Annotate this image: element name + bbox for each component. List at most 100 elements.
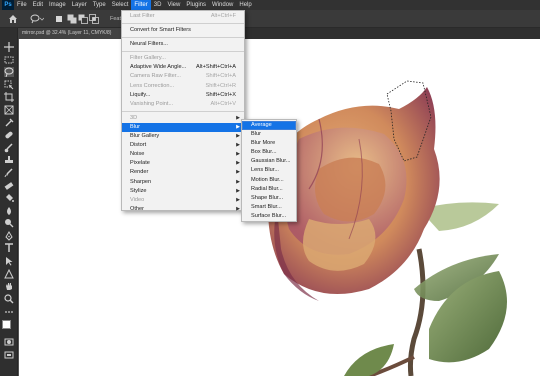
menu-item-vanishing-point[interactable]: Vanishing Point... Alt+Ctrl+V: [122, 100, 244, 109]
menu-image[interactable]: Image: [46, 0, 69, 10]
filter-menu: Last Filter Alt+Ctrl+F Convert for Smart …: [121, 10, 245, 214]
subtract-from-selection-icon[interactable]: [78, 14, 88, 24]
menu-item-lens-correction[interactable]: Lens Correction... Shift+Ctrl+R: [122, 82, 244, 91]
blur-item-average[interactable]: Average: [242, 121, 296, 131]
last-filter-label: Last Filter: [130, 13, 155, 19]
history-brush-icon[interactable]: [4, 168, 14, 178]
menu-item-other[interactable]: Other ▶: [122, 205, 244, 214]
crop-tool-icon[interactable]: [4, 92, 14, 102]
path-selection-icon[interactable]: [4, 256, 14, 266]
more-tools-icon[interactable]: [4, 307, 14, 317]
menu-item-3d[interactable]: 3D ▶: [122, 114, 244, 123]
blur-submenu: Average Blur Blur More Box Blur... Gauss…: [241, 119, 297, 222]
frame-tool-icon[interactable]: [4, 105, 14, 115]
menu-plugins[interactable]: Plugins: [183, 0, 209, 10]
menu-3d[interactable]: 3D: [151, 0, 165, 10]
pen-tool-icon[interactable]: [4, 231, 14, 241]
submenu-blur-label: Blur: [130, 123, 140, 130]
liquify-label: Liquify...: [130, 91, 151, 98]
last-filter-shortcut: Alt+Ctrl+F: [210, 13, 236, 19]
clone-stamp-icon[interactable]: [4, 155, 14, 165]
lasso-preset-icon[interactable]: [30, 14, 44, 24]
blur-item-shape-blur[interactable]: Shape Blur...: [242, 194, 296, 203]
blur-item-blur-more[interactable]: Blur More: [242, 139, 296, 148]
screen-mode-icon[interactable]: [4, 350, 14, 360]
eyedropper-tool-icon[interactable]: [4, 118, 14, 128]
blur-tool-icon[interactable]: [4, 206, 14, 216]
zoom-tool-icon[interactable]: [4, 294, 14, 304]
lasso-tool-icon[interactable]: [4, 67, 14, 77]
menu-file[interactable]: File: [14, 0, 30, 10]
liquify-shortcut: Shift+Ctrl+X: [205, 91, 236, 98]
menu-item-sharpen[interactable]: Sharpen ▶: [122, 178, 244, 187]
marquee-tool-icon[interactable]: [4, 55, 14, 65]
object-selection-icon[interactable]: [4, 80, 14, 90]
menu-type[interactable]: Type: [90, 0, 109, 10]
menu-item-liquify[interactable]: Liquify... Shift+Ctrl+X: [122, 91, 244, 100]
menu-item-blur[interactable]: Blur ▶: [122, 122, 244, 133]
menu-edit[interactable]: Edit: [30, 0, 46, 10]
document-tab[interactable]: mirror.psd @ 32.4% (Layer 11, CMYK/8): [18, 28, 126, 39]
quick-mask-icon[interactable]: [4, 337, 14, 347]
blur-item-gaussian-blur[interactable]: Gaussian Blur...: [242, 157, 296, 166]
menu-window[interactable]: Window: [209, 0, 236, 10]
blur-item-motion-blur[interactable]: Motion Blur...: [242, 176, 296, 185]
healing-brush-icon[interactable]: [4, 130, 14, 140]
blur-item-radial-blur[interactable]: Radial Blur...: [242, 185, 296, 194]
chevron-right-icon: ▶: [236, 205, 240, 212]
menu-layer[interactable]: Layer: [69, 0, 90, 10]
submenu-sharpen-label: Sharpen: [130, 178, 152, 185]
paint-bucket-icon[interactable]: [4, 193, 14, 203]
blur-item-box-blur[interactable]: Box Blur...: [242, 148, 296, 157]
menu-item-blur-gallery[interactable]: Blur Gallery ▶: [122, 132, 244, 141]
menu-item-noise[interactable]: Noise ▶: [122, 150, 244, 159]
submenu-blur-gallery-label: Blur Gallery: [130, 133, 160, 140]
blur-item-surface-blur[interactable]: Surface Blur...: [242, 212, 296, 221]
submenu-video-label: Video: [130, 196, 145, 203]
blur-item-lens-blur[interactable]: Lens Blur...: [242, 166, 296, 175]
brush-tool-icon[interactable]: [4, 143, 14, 153]
menu-item-camera-raw-filter[interactable]: Camera Raw Filter... Shift+Ctrl+A: [122, 72, 244, 81]
chevron-right-icon: ▶: [236, 133, 240, 140]
menu-separator: [122, 110, 244, 112]
chevron-right-icon: ▶: [236, 151, 240, 158]
chevron-right-icon: ▶: [236, 178, 240, 185]
home-icon[interactable]: [8, 14, 18, 24]
blur-item-smart-blur[interactable]: Smart Blur...: [242, 203, 296, 212]
type-tool-icon[interactable]: [4, 243, 14, 253]
move-tool-icon[interactable]: [4, 42, 14, 52]
vanishing-point-label: Vanishing Point...: [130, 100, 174, 107]
vanishing-point-shortcut: Alt+Ctrl+V: [210, 100, 237, 107]
photoshop-logo[interactable]: Ps: [2, 0, 14, 10]
intersect-selection-icon[interactable]: [89, 14, 99, 24]
menu-item-distort[interactable]: Distort ▶: [122, 141, 244, 150]
menu-view[interactable]: View: [164, 0, 183, 10]
menu-help[interactable]: Help: [236, 0, 254, 10]
menu-item-pixelate[interactable]: Pixelate ▶: [122, 159, 244, 168]
add-to-selection-icon[interactable]: [67, 14, 77, 24]
menu-item-filter-gallery[interactable]: Filter Gallery...: [122, 54, 244, 63]
menu-item-convert-smart-filters[interactable]: Convert for Smart Filters: [122, 26, 244, 35]
blur-item-blur[interactable]: Blur: [242, 130, 296, 139]
menu-item-render[interactable]: Render ▶: [122, 168, 244, 177]
new-selection-icon[interactable]: [56, 16, 62, 22]
menu-filter[interactable]: Filter: [131, 0, 151, 10]
menu-item-video[interactable]: Video ▶: [122, 196, 244, 205]
adaptive-wide-angle-shortcut: Alt+Shift+Ctrl+A: [196, 64, 236, 71]
menu-item-stylize[interactable]: Stylize ▶: [122, 187, 244, 196]
menu-item-neural-filters[interactable]: Neural Filters...: [122, 40, 244, 49]
submenu-3d-label: 3D: [130, 114, 138, 121]
tools-panel: [0, 28, 18, 376]
menu-item-adaptive-wide-angle[interactable]: Adaptive Wide Angle... Alt+Shift+Ctrl+A: [122, 63, 244, 72]
menu-select[interactable]: Select: [109, 0, 132, 10]
menu-bar: Ps File Edit Image Layer Type Select Fil…: [0, 0, 540, 10]
chevron-right-icon: ▶: [236, 123, 240, 130]
hand-tool-icon[interactable]: [4, 281, 14, 291]
eraser-tool-icon[interactable]: [4, 181, 14, 191]
chevron-right-icon: ▶: [236, 160, 240, 167]
submenu-stylize-label: Stylize: [130, 187, 147, 194]
foreground-color-swatch[interactable]: [2, 320, 11, 329]
menu-item-last-filter[interactable]: Last Filter Alt+Ctrl+F: [122, 12, 244, 21]
shape-tool-icon[interactable]: [4, 269, 14, 279]
dodge-tool-icon[interactable]: [4, 218, 14, 228]
